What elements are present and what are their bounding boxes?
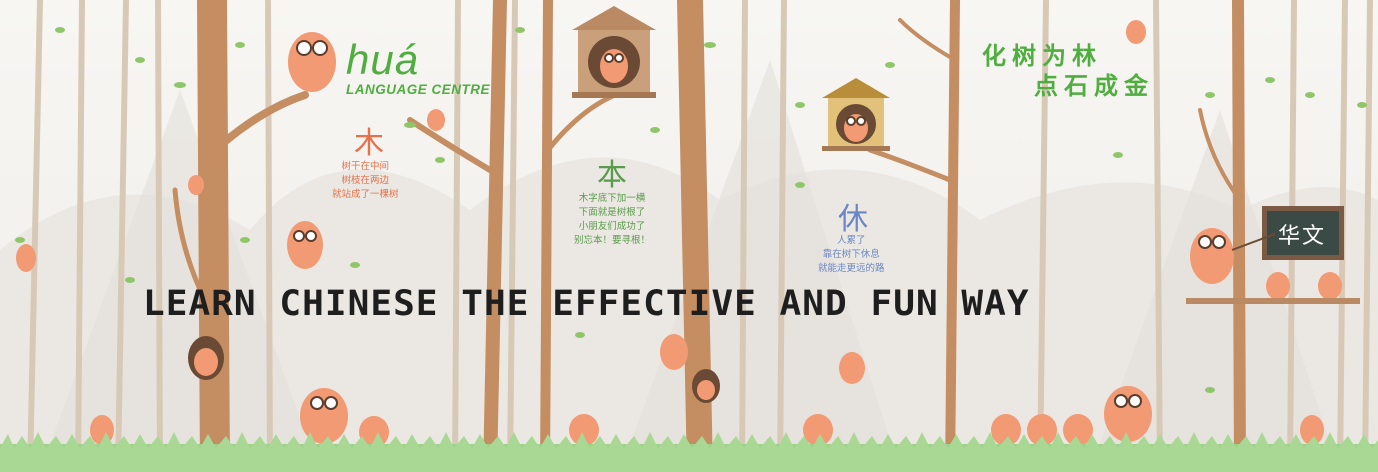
chalkboard-text: 华文	[1278, 224, 1327, 249]
poem-ben: 木字底下加一横 下面就是树根了 小朋友们成功了 别忘本！要寻根！	[574, 193, 651, 246]
slogan-line-2: 点石成金	[1034, 72, 1154, 100]
headline: LEARN CHINESE THE EFFECTIVE AND FUN WAY	[143, 284, 1030, 324]
brand-subtitle: LANGUAGE CENTRE	[346, 82, 491, 97]
character-mu: 木	[354, 126, 384, 161]
forest-illustration	[0, 0, 1378, 472]
character-xiu: 休	[838, 202, 868, 237]
poem-xiu: 人累了 靠在树下休息 就能走更远的路	[818, 235, 885, 274]
poem-mu: 树干在中间 树枝在两边 就站成了一棵树	[332, 161, 399, 200]
hua-language-centre-banner: huá LANGUAGE CENTRE 木 树干在中间 树枝在两边 就站成了一棵…	[0, 0, 1378, 472]
character-ben: 本	[597, 158, 627, 193]
brand-logo-text: huá	[346, 36, 420, 83]
shelf	[1186, 298, 1360, 304]
